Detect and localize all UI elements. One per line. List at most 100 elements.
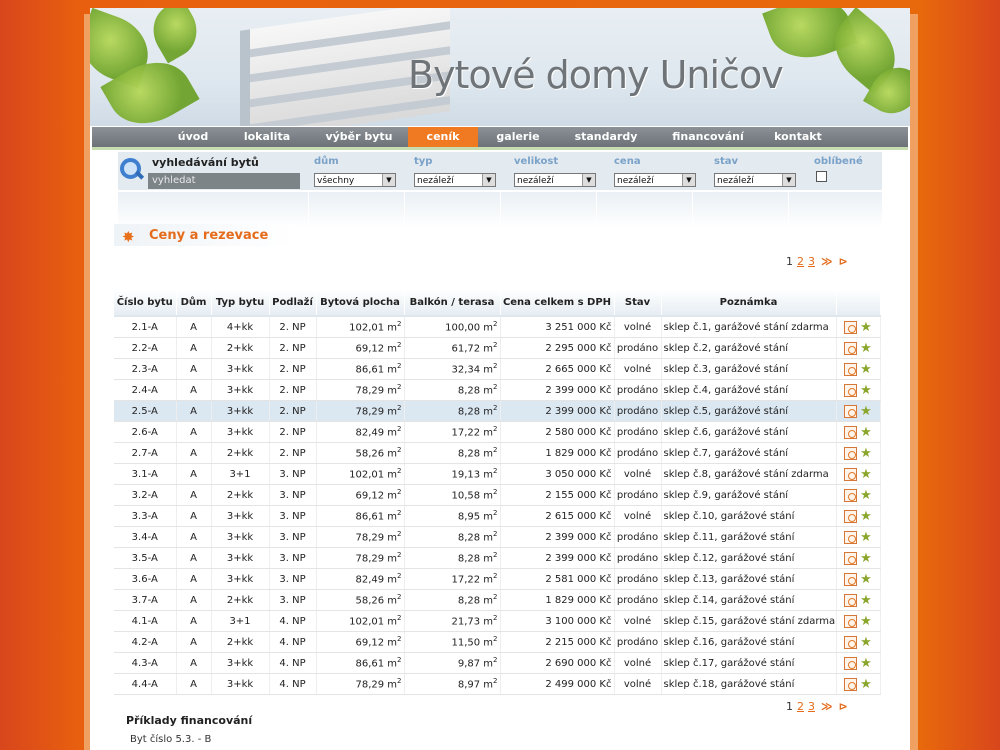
favorite-star-icon[interactable]: ★ [860, 552, 872, 565]
favorite-star-icon[interactable]: ★ [860, 636, 872, 649]
cell-note-value: sklep č.9, garážové stání [663, 489, 789, 501]
cell-note: sklep č.11, garážové stání [661, 526, 837, 548]
filter-select-dum[interactable]: všechny ▼ [314, 173, 396, 187]
nav-item-standardy[interactable]: standardy [566, 127, 646, 147]
nav-item-uvod[interactable]: úvod [170, 127, 216, 147]
document-icon[interactable] [844, 320, 858, 334]
cell-apartment-type-value: 3+kk [226, 552, 254, 564]
cell-apartment-number: 3.5-A [114, 547, 177, 569]
cell-price-value: 2 581 000 Kč [545, 573, 612, 585]
filter-select-velikost[interactable]: nezáleží ▼ [514, 173, 596, 187]
favorite-star-icon[interactable]: ★ [860, 447, 872, 460]
favorite-star-icon[interactable]: ★ [860, 489, 872, 502]
favorite-star-icon[interactable]: ★ [860, 468, 872, 481]
document-icon[interactable] [844, 509, 858, 523]
nav-item-cenik[interactable]: ceník [408, 127, 478, 147]
nav-item-galerie[interactable]: galerie [488, 127, 548, 147]
page-link[interactable]: 2 [797, 700, 804, 713]
favorite-star-icon[interactable]: ★ [860, 426, 872, 439]
page-link[interactable]: 3 [808, 700, 815, 713]
cell-apartment-type: 2+kk [211, 631, 270, 653]
document-icon[interactable] [844, 593, 858, 607]
cell-apartment-type-value: 3+kk [226, 426, 254, 438]
favorite-star-icon[interactable]: ★ [860, 363, 872, 376]
filter-select-typ[interactable]: nezáleží ▼ [414, 173, 496, 187]
cell-floor-value: 3. NP [279, 489, 306, 501]
favorite-star-icon[interactable]: ★ [860, 384, 872, 397]
next-page-icon[interactable]: ≫ [821, 700, 833, 713]
favorite-star-icon[interactable]: ★ [860, 405, 872, 418]
cell-floor-value: 2. NP [279, 405, 306, 417]
document-icon[interactable] [844, 488, 858, 502]
page-link[interactable]: 2 [797, 255, 804, 268]
document-icon[interactable] [844, 467, 858, 481]
favorite-star-icon[interactable]: ★ [860, 531, 872, 544]
document-icon[interactable] [844, 341, 858, 355]
cell-apartment-type-value: 3+1 [229, 615, 251, 627]
favorite-checkbox[interactable] [816, 171, 827, 182]
favorite-star-icon[interactable]: ★ [860, 657, 872, 670]
last-page-icon[interactable]: ⊳ [839, 255, 848, 268]
document-icon[interactable] [844, 572, 858, 586]
cell-area: 102,01 m2 [316, 463, 405, 485]
favorite-star-icon[interactable]: ★ [860, 678, 872, 691]
cell-apartment-number-value: 2.1-A [131, 321, 158, 333]
chevron-down-icon: ▼ [482, 174, 495, 186]
cell-balcony-value: 8,28 m [457, 532, 494, 544]
cell-house-value: A [190, 363, 197, 375]
favorite-star-icon[interactable]: ★ [860, 321, 872, 334]
document-icon[interactable] [844, 635, 858, 649]
cell-balcony: 8,28 m2 [404, 547, 501, 569]
document-icon[interactable] [844, 551, 858, 565]
cell-apartment-type: 2+kk [211, 337, 270, 359]
document-icon[interactable] [844, 614, 858, 628]
cell-price: 3 100 000 Kč [500, 610, 615, 632]
unit-superscript: 2 [493, 341, 498, 350]
cell-price: 2 615 000 Kč [500, 505, 615, 527]
cell-note: sklep č.5, garážové stání [661, 400, 837, 422]
next-page-icon[interactable]: ≫ [821, 255, 833, 268]
cell-apartment-type: 3+1 [211, 463, 270, 485]
cell-price-value: 3 251 000 Kč [545, 321, 612, 333]
nav-item-kontakt[interactable]: kontakt [768, 127, 828, 147]
document-icon[interactable] [844, 362, 858, 376]
favorite-star-icon[interactable]: ★ [860, 615, 872, 628]
cell-house: A [176, 400, 212, 422]
page-link[interactable]: 3 [808, 255, 815, 268]
cell-price-value: 3 100 000 Kč [545, 615, 612, 627]
document-icon[interactable] [844, 656, 858, 670]
search-button[interactable]: vyhledat [148, 173, 300, 189]
document-icon[interactable] [844, 446, 858, 460]
favorite-star-icon[interactable]: ★ [860, 594, 872, 607]
cell-balcony-value: 100,00 m [445, 322, 494, 334]
nav-item-lokalita[interactable]: lokalita [234, 127, 300, 147]
document-icon[interactable] [844, 404, 858, 418]
nav-item-vyber-bytu[interactable]: výběr bytu [316, 127, 402, 147]
cell-apartment-number-value: 3.6-A [131, 573, 158, 585]
cell-price-value: 2 399 000 Kč [545, 531, 612, 543]
nav-item-financovani[interactable]: financování [666, 127, 750, 147]
cell-apartment-type: 3+1 [211, 610, 270, 632]
last-page-icon[interactable]: ⊳ [839, 700, 848, 713]
cell-status: prodáno [614, 337, 662, 359]
favorite-star-icon[interactable]: ★ [860, 573, 872, 586]
filter-value: nezáleží [517, 176, 554, 186]
cell-area: 78,29 m2 [316, 673, 405, 695]
cell-status: prodáno [614, 421, 662, 443]
unit-superscript: 2 [397, 362, 402, 371]
document-icon[interactable] [844, 383, 858, 397]
cell-price: 2 399 000 Kč [500, 379, 615, 401]
filter-select-cena[interactable]: nezáleží ▼ [614, 173, 696, 187]
document-icon[interactable] [844, 530, 858, 544]
document-icon[interactable] [844, 425, 858, 439]
document-icon[interactable] [844, 677, 858, 691]
filter-label-typ: typ [414, 156, 433, 167]
favorite-star-icon[interactable]: ★ [860, 342, 872, 355]
cell-price: 2 155 000 Kč [500, 484, 615, 506]
filter-select-stav[interactable]: nezáleží ▼ [714, 173, 796, 187]
favorite-star-icon[interactable]: ★ [860, 510, 872, 523]
unit-superscript: 2 [397, 572, 402, 581]
cell-floor-value: 2. NP [279, 426, 306, 438]
cell-area-value: 78,29 m [355, 406, 398, 418]
cell-area-value: 86,61 m [355, 364, 398, 376]
